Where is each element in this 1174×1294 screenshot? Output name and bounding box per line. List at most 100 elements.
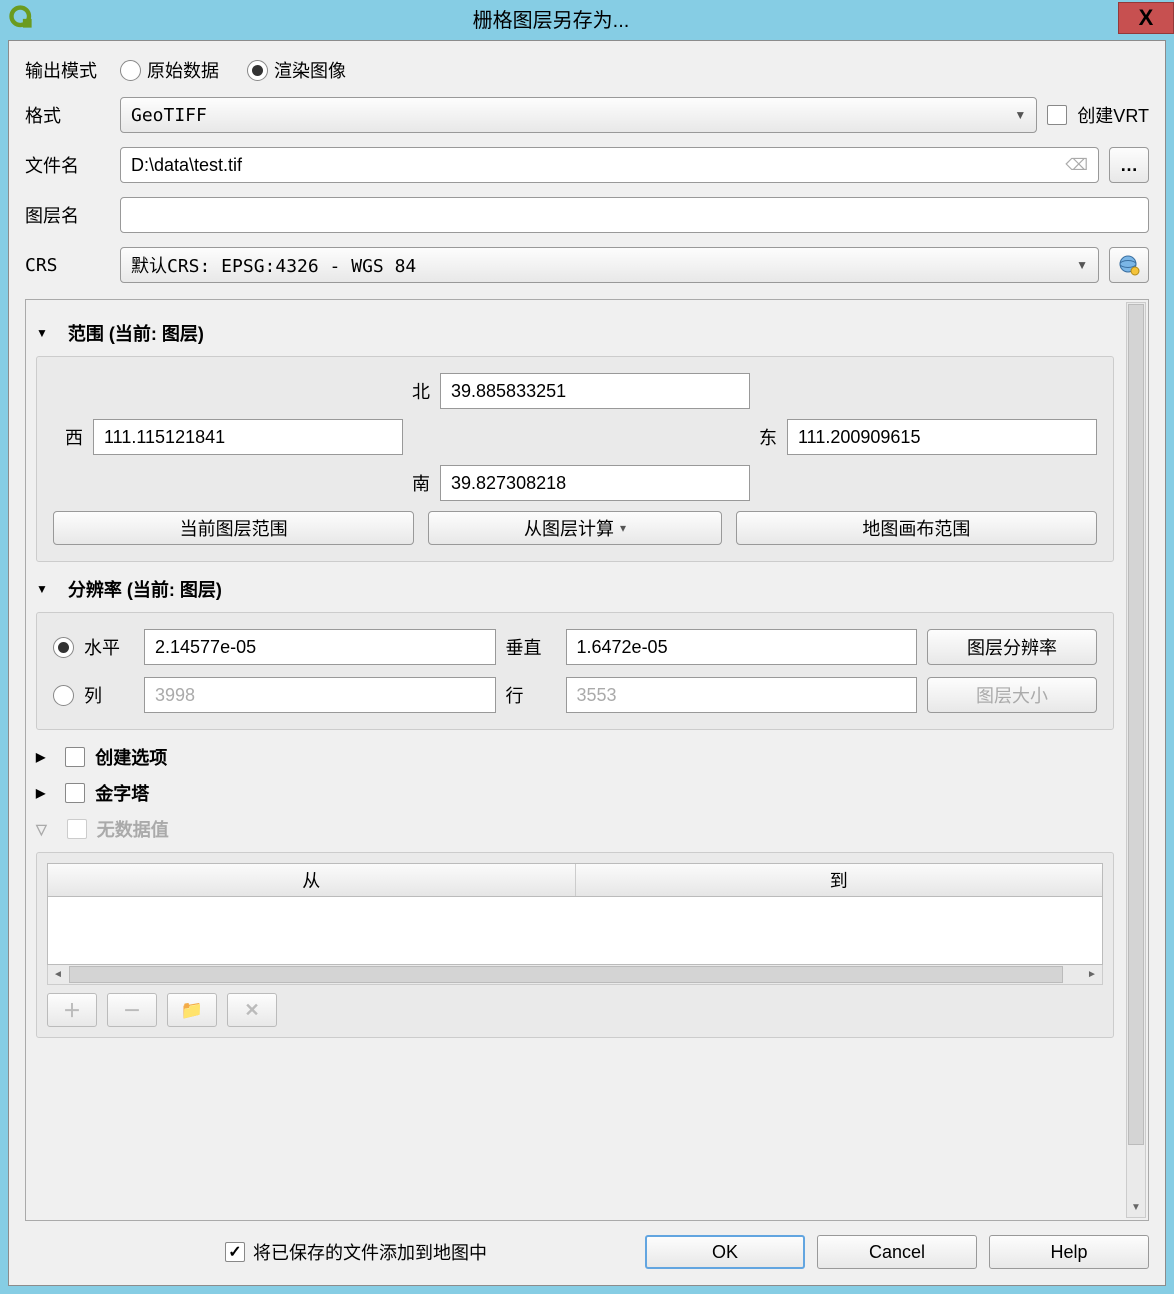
h-value: 2.14577e-05 <box>155 637 256 658</box>
cancel-button[interactable]: Cancel <box>817 1235 977 1269</box>
crs-row: CRS 默认CRS: EPSG:4326 - WGS 84 ▼ <box>25 247 1149 283</box>
footer: 将已保存的文件添加到地图中 OK Cancel Help <box>25 1235 1149 1269</box>
south-input[interactable]: 39.827308218 <box>440 465 750 501</box>
north-label: 北 <box>400 378 430 404</box>
radio-rendered-label: 渲染图像 <box>274 57 346 83</box>
ok-button[interactable]: OK <box>645 1235 805 1269</box>
radio-raw-label: 原始数据 <box>147 57 219 83</box>
v-value: 1.6472e-05 <box>577 637 668 658</box>
layername-row: 图层名 <box>25 197 1149 233</box>
south-value: 39.827308218 <box>451 473 566 494</box>
canvas-extent-button[interactable]: 地图画布范围 <box>736 511 1097 545</box>
radio-raw-icon <box>120 60 141 81</box>
nodata-table-body <box>47 897 1103 965</box>
output-mode-label: 输出模式 <box>25 57 110 83</box>
scroll-right-icon[interactable]: ► <box>1082 965 1102 984</box>
create-vrt-checkbox[interactable] <box>1047 105 1067 125</box>
add-to-map-checkbox[interactable] <box>225 1242 245 1262</box>
layer-size-button: 图层大小 <box>927 677 1097 713</box>
resolution-title: 分辨率 (当前: 图层) <box>68 576 222 602</box>
create-options-label: 创建选项 <box>95 744 167 770</box>
radio-rendered[interactable]: 渲染图像 <box>247 57 346 83</box>
crs-label: CRS <box>25 255 110 276</box>
add-row-button[interactable]: ＋ <box>47 993 97 1027</box>
c-label: 列 <box>84 682 134 708</box>
extent-title: 范围 (当前: 图层) <box>68 320 204 346</box>
filename-input[interactable]: D:\data\test.tif ⌫ <box>120 147 1099 183</box>
load-button[interactable]: 📁 <box>167 993 217 1027</box>
v-scroll-thumb[interactable] <box>1128 304 1144 1145</box>
north-value: 39.885833251 <box>451 381 566 402</box>
calc-from-layer-button[interactable]: 从图层计算 <box>428 511 721 545</box>
format-label: 格式 <box>25 102 110 128</box>
format-row: 格式 GeoTIFF ▼ 创建VRT <box>25 97 1149 133</box>
east-label: 东 <box>747 424 777 450</box>
east-input[interactable]: 111.200909615 <box>787 419 1097 455</box>
v-scrollbar[interactable]: ▼ <box>1126 302 1146 1218</box>
select-crs-button[interactable] <box>1109 247 1149 283</box>
extent-header[interactable]: 范围 (当前: 图层) <box>36 320 1114 346</box>
west-input[interactable]: 111.115121841 <box>93 419 403 455</box>
nodata-checkbox[interactable] <box>67 819 87 839</box>
clear-icon[interactable]: ⌫ <box>1065 155 1088 175</box>
nodata-table-header: 从 到 <box>47 863 1103 897</box>
resolution-body: 水平 2.14577e-05 垂直 1.6472e-05 图层分辨率 列 399… <box>36 612 1114 730</box>
scroll-left-icon[interactable]: ◄ <box>48 965 68 984</box>
window-title: 栅格图层另存为... <box>0 4 1118 33</box>
crs-combo[interactable]: 默认CRS: EPSG:4326 - WGS 84 ▼ <box>120 247 1099 283</box>
layer-resolution-button[interactable]: 图层分辨率 <box>927 629 1097 665</box>
create-options-header[interactable]: 创建选项 <box>36 744 1114 770</box>
help-button[interactable]: Help <box>989 1235 1149 1269</box>
globe-icon <box>1118 254 1140 276</box>
layername-label: 图层名 <box>25 202 110 228</box>
r-input[interactable]: 3553 <box>566 677 918 713</box>
filename-row: 文件名 D:\data\test.tif ⌫ … <box>25 147 1149 183</box>
h-scrollbar[interactable]: ◄ ► <box>47 965 1103 985</box>
format-combo[interactable]: GeoTIFF ▼ <box>120 97 1037 133</box>
west-value: 111.115121841 <box>104 427 225 448</box>
chevron-down-icon: ▼ <box>1076 258 1088 272</box>
filename-label: 文件名 <box>25 152 110 178</box>
create-vrt-label: 创建VRT <box>1077 102 1149 128</box>
west-label: 西 <box>53 424 83 450</box>
layername-input[interactable] <box>120 197 1149 233</box>
pyramids-label: 金字塔 <box>95 780 149 806</box>
filename-value: D:\data\test.tif <box>131 155 242 176</box>
crs-value: 默认CRS: EPSG:4326 - WGS 84 <box>131 252 416 278</box>
browse-button[interactable]: … <box>1109 147 1149 183</box>
pyramids-header[interactable]: 金字塔 <box>36 780 1114 806</box>
r-value: 3553 <box>577 685 617 706</box>
format-value: GeoTIFF <box>131 105 207 126</box>
chevron-down-icon: ▼ <box>1014 108 1026 122</box>
res-radio-cr[interactable] <box>53 685 74 706</box>
nodata-body: 从 到 ◄ ► ＋ － 📁 ✕ <box>36 852 1114 1038</box>
scroll-down-icon[interactable]: ▼ <box>1127 1198 1145 1216</box>
layer-extent-button[interactable]: 当前图层范围 <box>53 511 414 545</box>
r-label: 行 <box>506 682 556 708</box>
col-from: 从 <box>48 864 576 896</box>
c-input[interactable]: 3998 <box>144 677 496 713</box>
res-radio-hv[interactable] <box>53 637 74 658</box>
h-label: 水平 <box>84 634 134 660</box>
resolution-header[interactable]: 分辨率 (当前: 图层) <box>36 576 1114 602</box>
delete-button[interactable]: ✕ <box>227 993 277 1027</box>
dialog-body: 输出模式 原始数据 渲染图像 格式 GeoTIFF ▼ 创建VRT 文件名 D:… <box>8 40 1166 1286</box>
col-to: 到 <box>576 864 1103 896</box>
north-input[interactable]: 39.885833251 <box>440 373 750 409</box>
titlebar: 栅格图层另存为... X <box>0 0 1174 36</box>
pyramids-checkbox[interactable] <box>65 783 85 803</box>
h-scroll-thumb[interactable] <box>69 966 1063 983</box>
v-input[interactable]: 1.6472e-05 <box>566 629 918 665</box>
remove-row-button[interactable]: － <box>107 993 157 1027</box>
add-to-map-label: 将已保存的文件添加到地图中 <box>253 1239 487 1265</box>
south-label: 南 <box>400 470 430 496</box>
nodata-header[interactable]: 无数据值 <box>36 816 1114 842</box>
east-value: 111.200909615 <box>798 427 920 448</box>
radio-raw[interactable]: 原始数据 <box>120 57 219 83</box>
options-scroll: 范围 (当前: 图层) 北 39.885833251 西 111.1151218… <box>25 299 1149 1221</box>
close-button[interactable]: X <box>1118 2 1174 34</box>
v-label: 垂直 <box>506 634 556 660</box>
create-options-checkbox[interactable] <box>65 747 85 767</box>
h-input[interactable]: 2.14577e-05 <box>144 629 496 665</box>
dialog-window: 栅格图层另存为... X 输出模式 原始数据 渲染图像 格式 GeoTIFF ▼… <box>0 0 1174 1294</box>
